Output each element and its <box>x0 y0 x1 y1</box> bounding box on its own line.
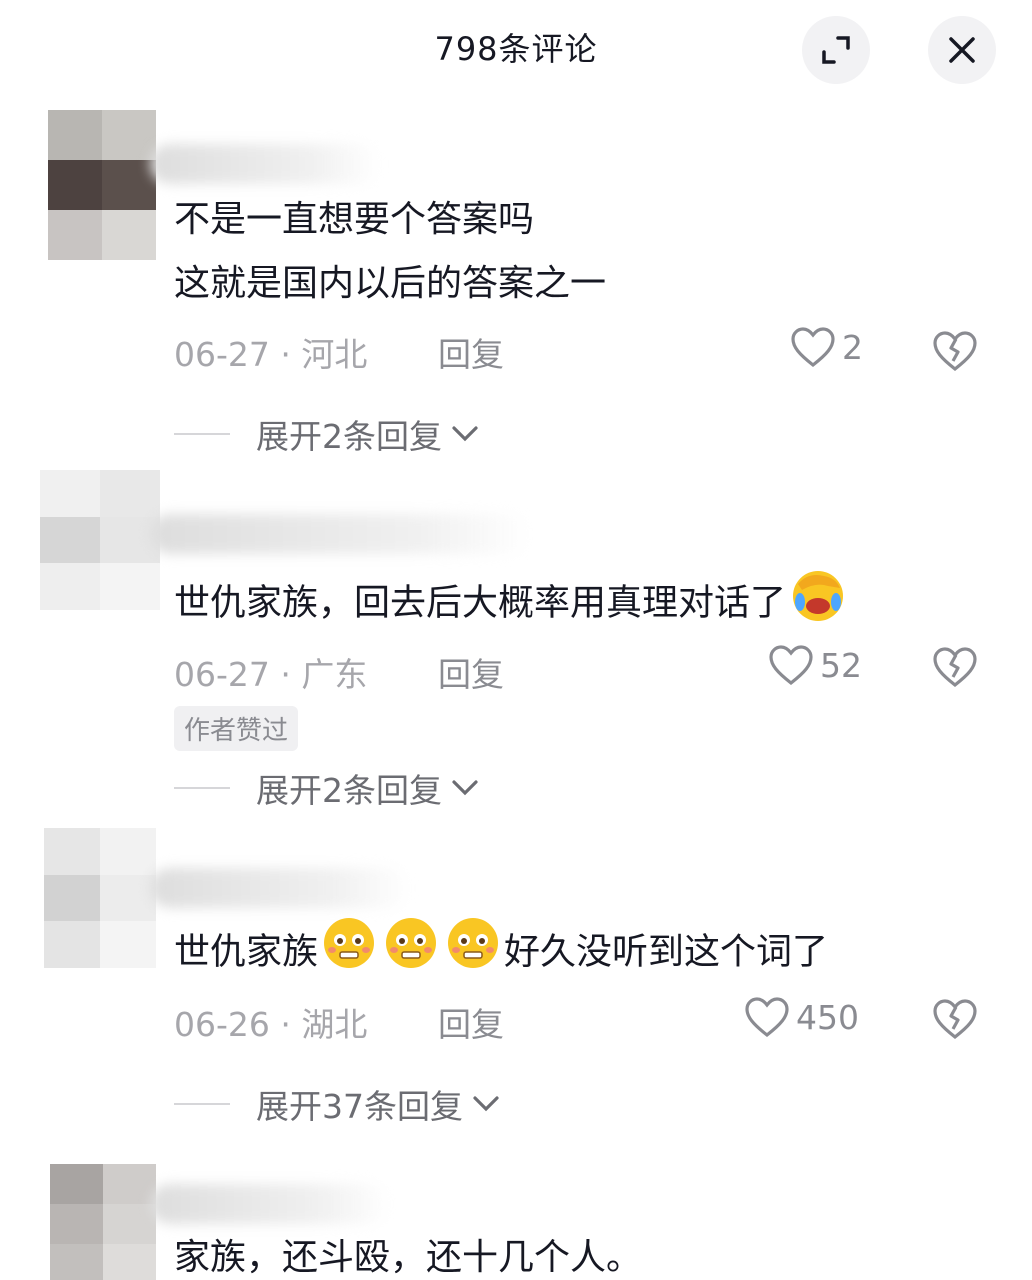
reply-button[interactable]: 回复 <box>438 328 504 376</box>
username-blurred[interactable] <box>150 514 530 554</box>
close-icon <box>949 37 975 63</box>
reply-button[interactable]: 回复 <box>438 998 504 1046</box>
broken-heart-icon <box>933 331 977 372</box>
dislike-button[interactable] <box>932 646 978 692</box>
expand-replies[interactable]: 展开2条回复 <box>174 410 482 458</box>
like-button[interactable]: 2 <box>790 326 863 368</box>
comment-text: 家族，还斗殴，还十几个人。 <box>174 1237 643 1278</box>
comment-meta: 06-27 · 广东 <box>174 655 368 694</box>
divider <box>174 787 230 789</box>
chevron-down-icon <box>452 426 478 442</box>
divider <box>174 433 230 435</box>
chevron-down-icon <box>452 780 478 796</box>
like-count: 450 <box>796 997 859 1037</box>
comment-text: 世仇家族，回去后大概率用真理对话了 <box>174 564 850 645</box>
comment-meta: 06-26 · 湖北 <box>174 1005 368 1044</box>
divider <box>174 1103 230 1105</box>
like-button[interactable]: 52 <box>768 644 862 686</box>
expand-fullscreen-button[interactable] <box>802 16 870 84</box>
comment-item: 家族，还斗殴，还十几个人。 <box>0 1160 1032 1280</box>
pleading-face-emoji-icon <box>382 914 440 993</box>
broken-heart-icon <box>933 647 977 688</box>
heart-icon <box>791 327 835 368</box>
username-blurred[interactable] <box>150 1184 390 1224</box>
comments-header: 798条评论 <box>0 0 1032 96</box>
heart-icon <box>745 997 789 1038</box>
close-button[interactable] <box>928 16 996 84</box>
like-count: 2 <box>842 327 863 367</box>
comments-count-title: 798条评论 <box>434 30 598 68</box>
dislike-button[interactable] <box>932 998 978 1044</box>
username-blurred[interactable] <box>150 868 410 908</box>
avatar[interactable] <box>44 828 156 968</box>
avatar[interactable] <box>48 110 156 260</box>
broken-heart-icon <box>933 999 977 1040</box>
expand-replies[interactable]: 展开2条回复 <box>174 764 482 812</box>
pleading-face-emoji-icon <box>444 914 502 993</box>
reply-button[interactable]: 回复 <box>438 648 504 696</box>
face-palm-laughing-emoji-icon <box>788 564 848 645</box>
chevron-down-icon <box>473 1096 499 1112</box>
expand-icon <box>822 36 850 64</box>
username-blurred[interactable] <box>150 144 380 184</box>
heart-icon <box>769 645 813 686</box>
avatar[interactable] <box>50 1164 156 1280</box>
like-button[interactable]: 450 <box>744 996 859 1038</box>
comment-meta: 06-27 · 河北 <box>174 335 368 374</box>
pleading-face-emoji-icon <box>320 914 378 993</box>
author-liked-badge: 作者赞过 <box>174 706 299 751</box>
comment-text: 世仇家族 好久没听到这个词了 <box>174 914 828 993</box>
comment-text: 不是一直想要个答案吗 这就是国内以后的答案之一 <box>174 199 607 304</box>
avatar[interactable] <box>40 470 160 610</box>
expand-replies[interactable]: 展开37条回复 <box>174 1080 503 1128</box>
like-count: 52 <box>820 645 862 685</box>
dislike-button[interactable] <box>932 330 978 376</box>
